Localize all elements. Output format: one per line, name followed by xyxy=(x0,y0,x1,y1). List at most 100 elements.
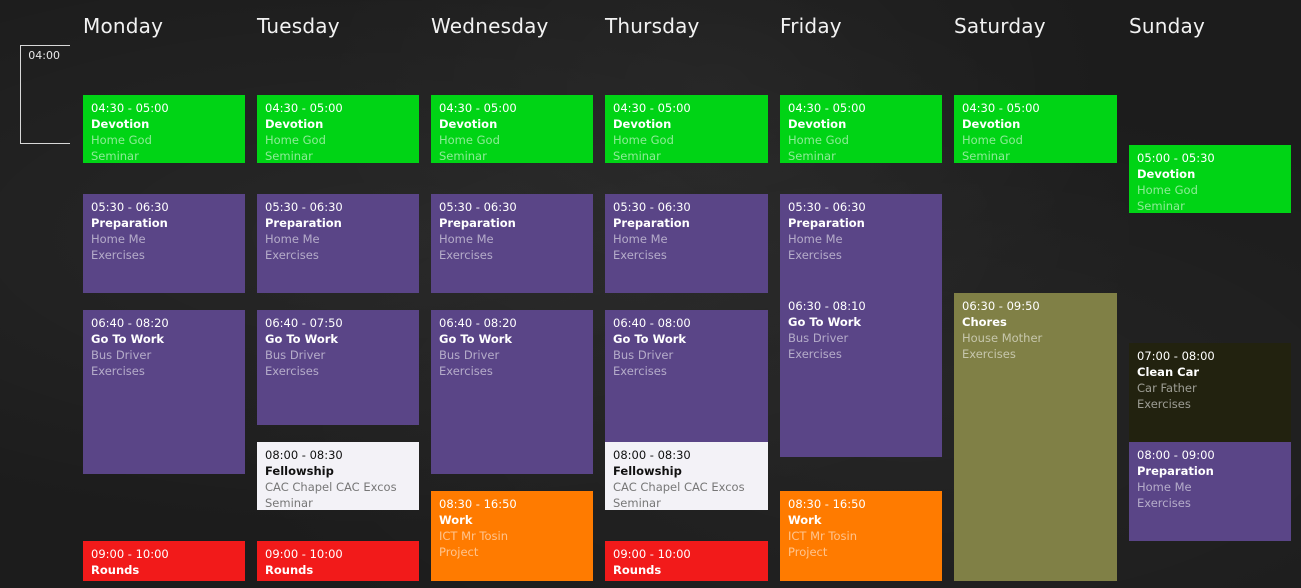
event-category: Seminar xyxy=(439,149,487,163)
event-title: Preparation xyxy=(1137,464,1214,478)
event-location: Bus Driver xyxy=(439,348,500,362)
day-header-friday: Friday xyxy=(780,14,842,38)
event-friday-devotion[interactable]: 04:30 - 05:00 Devotion Home God Seminar xyxy=(780,95,942,163)
day-header-monday: Monday xyxy=(83,14,164,38)
event-category: Exercises xyxy=(265,248,319,262)
event-title: Devotion xyxy=(788,117,847,131)
event-sunday-clean-car[interactable]: 07:00 - 08:00 Clean Car Car Father Exerc… xyxy=(1129,343,1291,442)
event-location: Car Father xyxy=(1137,381,1197,395)
event-time: 04:30 - 05:00 xyxy=(265,101,343,115)
event-time: 09:00 - 10:00 xyxy=(91,547,169,561)
event-time: 06:40 - 08:20 xyxy=(91,316,169,330)
event-title: Work xyxy=(439,513,473,527)
event-title: Devotion xyxy=(962,117,1021,131)
event-category: Seminar xyxy=(613,149,661,163)
event-wednesday-go-to-work[interactable]: 06:40 - 08:20 Go To Work Bus Driver Exer… xyxy=(431,310,593,474)
event-time: 08:00 - 09:00 xyxy=(1137,448,1215,462)
event-location: Home Me xyxy=(613,232,668,246)
event-location: Home Me xyxy=(439,232,494,246)
event-monday-preparation[interactable]: 05:30 - 06:30 Preparation Home Me Exerci… xyxy=(83,194,245,293)
event-category: Project xyxy=(439,545,479,559)
event-time: 09:00 - 10:00 xyxy=(265,547,343,561)
event-title: Work xyxy=(788,513,822,527)
event-time: 04:30 - 05:00 xyxy=(962,101,1040,115)
event-category: Exercises xyxy=(788,347,842,361)
event-thursday-fellowship[interactable]: 08:00 - 08:30 Fellowship CAC Chapel CAC … xyxy=(605,442,768,510)
event-location: Home God xyxy=(613,133,674,147)
event-location: ICT Mr Tosin xyxy=(439,529,508,543)
event-thursday-go-to-work[interactable]: 06:40 - 08:00 Go To Work Bus Driver Exer… xyxy=(605,310,768,442)
event-location: Bus Driver xyxy=(265,348,326,362)
event-tuesday-preparation[interactable]: 05:30 - 06:30 Preparation Home Me Exerci… xyxy=(257,194,419,293)
event-category: Exercises xyxy=(91,248,145,262)
event-saturday-devotion[interactable]: 04:30 - 05:00 Devotion Home God Seminar xyxy=(954,95,1117,163)
event-time: 08:00 - 08:30 xyxy=(613,448,691,462)
event-sunday-devotion[interactable]: 05:00 - 05:30 Devotion Home God Seminar xyxy=(1129,145,1291,213)
event-tuesday-rounds[interactable]: 09:00 - 10:00 Rounds xyxy=(257,541,419,581)
event-friday-work[interactable]: 08:30 - 16:50 Work ICT Mr Tosin Project xyxy=(780,491,942,581)
event-location: Home Me xyxy=(91,232,146,246)
event-title: Rounds xyxy=(265,563,314,577)
event-category: Exercises xyxy=(91,364,145,378)
event-location: Home Me xyxy=(788,232,843,246)
event-time: 04:30 - 05:00 xyxy=(613,101,691,115)
event-location: Home Me xyxy=(1137,480,1192,494)
event-title: Go To Work xyxy=(439,332,513,346)
event-category: Seminar xyxy=(788,149,836,163)
event-category: Exercises xyxy=(439,248,493,262)
event-monday-rounds[interactable]: 09:00 - 10:00 Rounds xyxy=(83,541,245,581)
event-title: Devotion xyxy=(1137,167,1196,181)
event-title: Preparation xyxy=(439,216,516,230)
day-header-thursday: Thursday xyxy=(605,14,700,38)
event-category: Seminar xyxy=(265,496,313,510)
event-time: 06:30 - 09:50 xyxy=(962,299,1040,313)
event-title: Rounds xyxy=(91,563,140,577)
event-time: 06:30 - 08:10 xyxy=(788,299,866,313)
event-wednesday-devotion[interactable]: 04:30 - 05:00 Devotion Home God Seminar xyxy=(431,95,593,163)
event-title: Devotion xyxy=(613,117,672,131)
event-thursday-preparation[interactable]: 05:30 - 06:30 Preparation Home Me Exerci… xyxy=(605,194,768,293)
event-category: Exercises xyxy=(962,347,1016,361)
day-header-tuesday: Tuesday xyxy=(257,14,340,38)
event-title: Devotion xyxy=(265,117,324,131)
event-thursday-rounds[interactable]: 09:00 - 10:00 Rounds xyxy=(605,541,768,581)
event-sunday-preparation[interactable]: 08:00 - 09:00 Preparation Home Me Exerci… xyxy=(1129,442,1291,541)
event-title: Rounds xyxy=(613,563,662,577)
event-time: 08:30 - 16:50 xyxy=(439,497,517,511)
event-saturday-chores[interactable]: 06:30 - 09:50 Chores House Mother Exerci… xyxy=(954,293,1117,581)
event-wednesday-preparation[interactable]: 05:30 - 06:30 Preparation Home Me Exerci… xyxy=(431,194,593,293)
event-time: 05:30 - 06:30 xyxy=(788,200,866,214)
event-time: 05:30 - 06:30 xyxy=(91,200,169,214)
event-wednesday-work[interactable]: 08:30 - 16:50 Work ICT Mr Tosin Project xyxy=(431,491,593,581)
event-time: 08:00 - 08:30 xyxy=(265,448,343,462)
event-tuesday-devotion[interactable]: 04:30 - 05:00 Devotion Home God Seminar xyxy=(257,95,419,163)
time-marker: 04:00 xyxy=(20,45,70,144)
event-category: Exercises xyxy=(439,364,493,378)
event-title: Preparation xyxy=(788,216,865,230)
event-time: 08:30 - 16:50 xyxy=(788,497,866,511)
event-friday-preparation[interactable]: 05:30 - 06:30 Preparation Home Me Exerci… xyxy=(780,194,942,293)
event-title: Devotion xyxy=(91,117,150,131)
day-header-sunday: Sunday xyxy=(1129,14,1206,38)
event-monday-devotion[interactable]: 04:30 - 05:00 Devotion Home God Seminar xyxy=(83,95,245,163)
event-tuesday-fellowship[interactable]: 08:00 - 08:30 Fellowship CAC Chapel CAC … xyxy=(257,442,419,510)
event-thursday-devotion[interactable]: 04:30 - 05:00 Devotion Home God Seminar xyxy=(605,95,768,163)
event-time: 04:30 - 05:00 xyxy=(788,101,866,115)
event-location: Home God xyxy=(439,133,500,147)
event-category: Exercises xyxy=(788,248,842,262)
event-location: Home God xyxy=(265,133,326,147)
event-monday-go-to-work[interactable]: 06:40 - 08:20 Go To Work Bus Driver Exer… xyxy=(83,310,245,474)
event-category: Seminar xyxy=(962,149,1010,163)
event-time: 06:40 - 08:20 xyxy=(439,316,517,330)
event-location: CAC Chapel CAC Excos xyxy=(613,480,745,494)
event-tuesday-go-to-work[interactable]: 06:40 - 07:50 Go To Work Bus Driver Exer… xyxy=(257,310,419,425)
event-title: Go To Work xyxy=(613,332,687,346)
event-title: Preparation xyxy=(265,216,342,230)
event-friday-go-to-work[interactable]: 06:30 - 08:10 Go To Work Bus Driver Exer… xyxy=(780,293,942,457)
event-location: Home God xyxy=(788,133,849,147)
event-category: Exercises xyxy=(265,364,319,378)
event-title: Fellowship xyxy=(265,464,334,478)
event-time: 09:00 - 10:00 xyxy=(613,547,691,561)
day-header-wednesday: Wednesday xyxy=(431,14,549,38)
event-location: Home Me xyxy=(265,232,320,246)
